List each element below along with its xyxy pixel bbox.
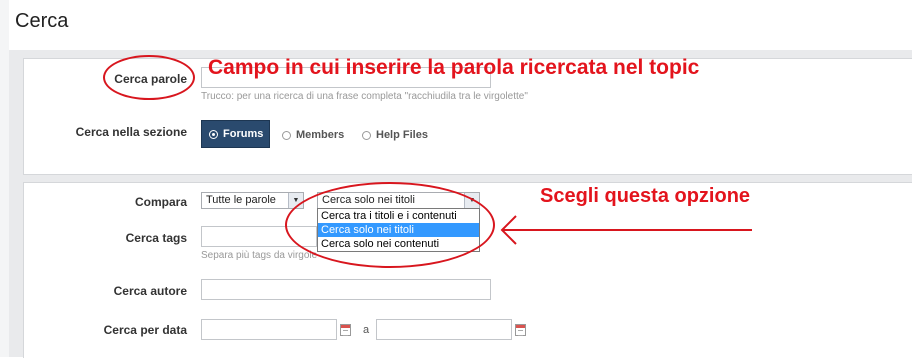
section-option-forums[interactable]: Forums xyxy=(201,120,270,148)
search-tags-label: Cerca tags xyxy=(125,231,187,245)
date-to-input[interactable] xyxy=(376,319,512,340)
date-separator: a xyxy=(363,324,370,336)
section-option-label: Members xyxy=(296,129,345,141)
page-title: Cerca xyxy=(15,10,69,32)
section-option-label: Help Files xyxy=(376,129,428,141)
annotation-option-note: Scegli questa opzione xyxy=(540,185,751,207)
annotation-ellipse-dropdown xyxy=(285,182,495,268)
section-option-members[interactable]: Members xyxy=(282,129,344,141)
search-tags-hint: Separa più tags da virgole xyxy=(201,250,318,261)
calendar-icon[interactable] xyxy=(515,324,526,336)
section-option-help-files[interactable]: Help Files xyxy=(362,129,428,141)
match-mode-value: Tutte le parole xyxy=(206,194,276,206)
search-date-label: Cerca per data xyxy=(103,323,187,337)
radio-icon xyxy=(362,130,371,140)
left-border xyxy=(0,0,9,357)
search-section-label: Cerca nella sezione xyxy=(75,125,187,139)
date-from-input[interactable] xyxy=(201,319,337,340)
annotation-arrow-icon xyxy=(500,215,752,245)
radio-selected-icon xyxy=(209,129,218,139)
calendar-icon[interactable] xyxy=(340,324,351,336)
section-option-label: Forums xyxy=(223,128,264,140)
search-words-hint: Trucco: per una ricerca di una frase com… xyxy=(201,91,528,102)
match-mode-select[interactable]: Tutte le parole ▼ xyxy=(201,192,304,209)
search-author-label: Cerca autore xyxy=(113,284,187,298)
annotation-field-note: Campo in cui inserire la parola ricercat… xyxy=(208,56,700,79)
compare-label: Compara xyxy=(134,195,187,209)
annotation-ellipse-field xyxy=(103,55,195,100)
radio-icon xyxy=(282,130,291,140)
search-author-input[interactable] xyxy=(201,279,491,300)
